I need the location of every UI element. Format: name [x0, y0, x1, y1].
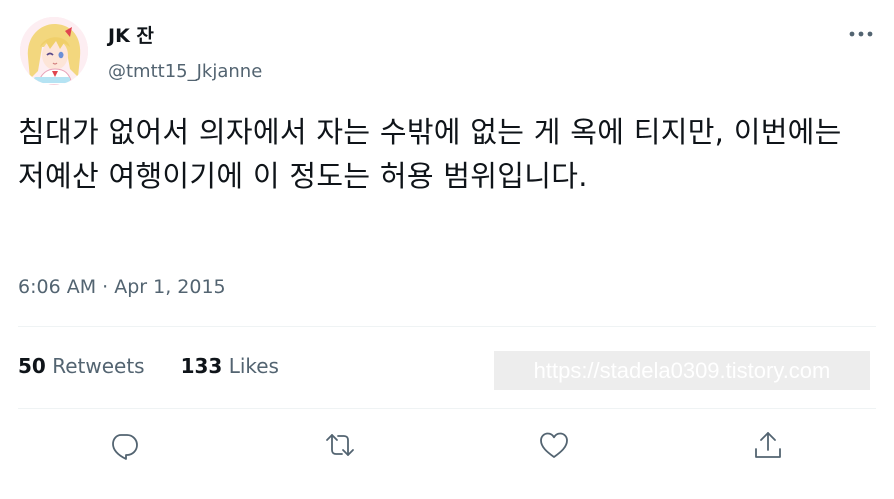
- reply-button[interactable]: [104, 425, 144, 465]
- reply-icon: [112, 434, 138, 460]
- more-icon: [849, 31, 873, 37]
- author-handle[interactable]: @tmtt15_Jkjanne: [108, 60, 262, 84]
- avatar[interactable]: [20, 17, 88, 85]
- tweet-timestamp[interactable]: 6:06 AM · Apr 1, 2015: [18, 274, 226, 300]
- tweet-text: 침대가 없어서 의자에서 자는 수밖에 없는 게 옥에 티지만, 이번에는 저예…: [18, 115, 842, 193]
- author-display-name[interactable]: JK 잔: [108, 24, 154, 48]
- anime-avatar-icon: [20, 17, 88, 85]
- retweet-icon: [326, 434, 354, 456]
- retweet-button[interactable]: [320, 425, 360, 465]
- retweets-count: 50: [18, 354, 46, 378]
- tweet-card: JK 잔 @tmtt15_Jkjanne 침대가 없어서 의자에서 자는 수밖에…: [0, 0, 894, 499]
- watermark: https://stadela0309.tistory.com: [494, 351, 870, 390]
- share-icon: [755, 432, 781, 458]
- divider: [18, 326, 876, 327]
- retweets-stat[interactable]: 50 Retweets: [18, 353, 145, 379]
- likes-label: Likes: [228, 354, 279, 378]
- action-bar: [0, 425, 894, 465]
- retweets-label: Retweets: [52, 354, 145, 378]
- divider: [18, 408, 876, 409]
- likes-stat[interactable]: 133 Likes: [181, 353, 279, 379]
- share-button[interactable]: [748, 425, 788, 465]
- like-button[interactable]: [534, 425, 574, 465]
- engagement-stats: 50 Retweets 133 Likes: [18, 353, 279, 379]
- more-options-button[interactable]: [843, 22, 879, 46]
- like-icon: [540, 432, 568, 458]
- likes-count: 133: [180, 354, 223, 378]
